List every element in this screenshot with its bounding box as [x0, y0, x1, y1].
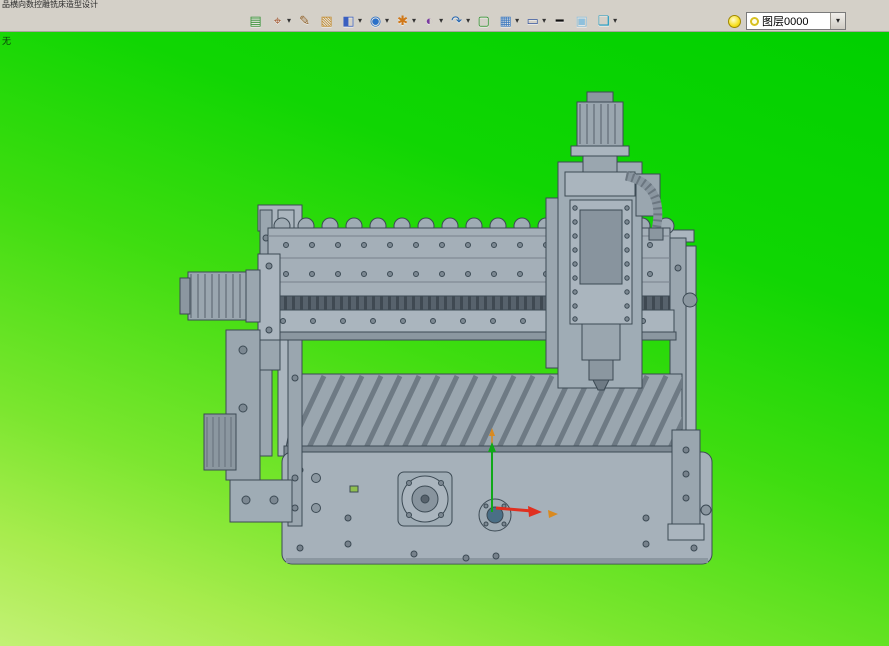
- display-mode-button[interactable]: ▭ ▾: [523, 12, 547, 30]
- application-window: 品横向数控雕铣床造型设计 ▤ ⌖ ▾ ✎ ▧ ◧ ▾ ◉ ▾ ✱ ▾ ◐ ▾ ↷ ▾ ▢ ▦ ▾ ▭ ▾ ━ ▣ ❏ ▾ 图层…: [0, 0, 889, 646]
- window-tile-button[interactable]: ▦ ▾: [496, 12, 520, 30]
- dropdown-arrow-icon[interactable]: ▾: [385, 13, 389, 29]
- gear-wheel-button[interactable]: ✱ ▾: [393, 12, 417, 30]
- rotate-view-button[interactable]: ↷ ▾: [447, 12, 471, 30]
- window-title: 品横向数控雕铣床造型设计: [2, 0, 98, 9]
- dropdown-arrow-icon[interactable]: ▾: [542, 13, 546, 29]
- solid-block-button[interactable]: ▧: [317, 12, 336, 30]
- half-section-button[interactable]: ◐ ▾: [420, 12, 444, 30]
- line-width-icon: ━: [555, 13, 564, 28]
- rotate-view-icon: ↷: [451, 13, 463, 28]
- viewport-3d[interactable]: 无: [0, 32, 889, 646]
- extrude-cube-icon: ◧: [342, 13, 355, 28]
- dropdown-arrow-icon[interactable]: ▾: [412, 13, 416, 29]
- coordinate-system-button[interactable]: ⌖ ▾: [268, 12, 292, 30]
- layer-stack-icon: ❏: [597, 13, 610, 28]
- layer-controls: 图层0000 ▾: [728, 12, 846, 30]
- layer-dropdown-arrow-icon[interactable]: ▾: [830, 13, 845, 29]
- title-bar: 品横向数控雕铣床造型设计: [0, 0, 889, 10]
- spindle: [588, 359, 614, 381]
- sketch-pen-icon: ✎: [299, 13, 310, 28]
- render-swatch-icon: ▣: [575, 13, 588, 28]
- select-frame-button[interactable]: ▢: [474, 12, 493, 30]
- drawing-sheet-button[interactable]: ▤: [246, 12, 265, 30]
- sketch-pen-button[interactable]: ✎: [295, 12, 314, 30]
- sphere-surface-button[interactable]: ◉ ▾: [366, 12, 390, 30]
- gear-wheel-icon: ✱: [397, 13, 408, 28]
- layer-name: 图层0000: [762, 16, 809, 28]
- cnc-machine-model[interactable]: [166, 78, 722, 578]
- render-swatch-button[interactable]: ▣: [572, 12, 591, 30]
- half-section-icon: ◐: [425, 13, 434, 28]
- dropdown-arrow-icon[interactable]: ▾: [287, 13, 291, 29]
- machine-structure: [179, 91, 713, 565]
- viewport-corner-label: 无: [2, 36, 12, 46]
- display-mode-icon: ▭: [526, 13, 539, 28]
- coordinate-system-icon: ⌖: [273, 13, 282, 28]
- layer-visibility-bulb-icon[interactable]: [728, 14, 741, 28]
- drawing-sheet-icon: ▤: [249, 13, 262, 28]
- window-tile-icon: ▦: [499, 13, 512, 28]
- layer-color-icon: [750, 16, 759, 26]
- select-frame-icon: ▢: [477, 13, 490, 28]
- dropdown-arrow-icon[interactable]: ▾: [515, 13, 519, 29]
- main-toolbar: ▤ ⌖ ▾ ✎ ▧ ◧ ▾ ◉ ▾ ✱ ▾ ◐ ▾ ↷ ▾ ▢ ▦ ▾ ▭ ▾ ━ ▣ ❏ ▾ 图层0000 ▾: [0, 10, 889, 32]
- layer-selector[interactable]: 图层0000 ▾: [746, 12, 846, 30]
- sphere-surface-icon: ◉: [369, 13, 382, 28]
- extrude-cube-button[interactable]: ◧ ▾: [339, 12, 363, 30]
- dropdown-arrow-icon[interactable]: ▾: [466, 13, 470, 29]
- line-width-button[interactable]: ━: [550, 12, 569, 30]
- dropdown-arrow-icon[interactable]: ▾: [358, 13, 362, 29]
- dropdown-arrow-icon[interactable]: ▾: [613, 13, 617, 29]
- dropdown-arrow-icon[interactable]: ▾: [439, 13, 443, 29]
- layer-stack-button[interactable]: ❏ ▾: [594, 12, 618, 30]
- toolbar-button-strip: ▤ ⌖ ▾ ✎ ▧ ◧ ▾ ◉ ▾ ✱ ▾ ◐ ▾ ↷ ▾ ▢ ▦ ▾ ▭ ▾ ━ ▣ ❏ ▾: [246, 12, 618, 30]
- solid-block-icon: ▧: [320, 13, 333, 28]
